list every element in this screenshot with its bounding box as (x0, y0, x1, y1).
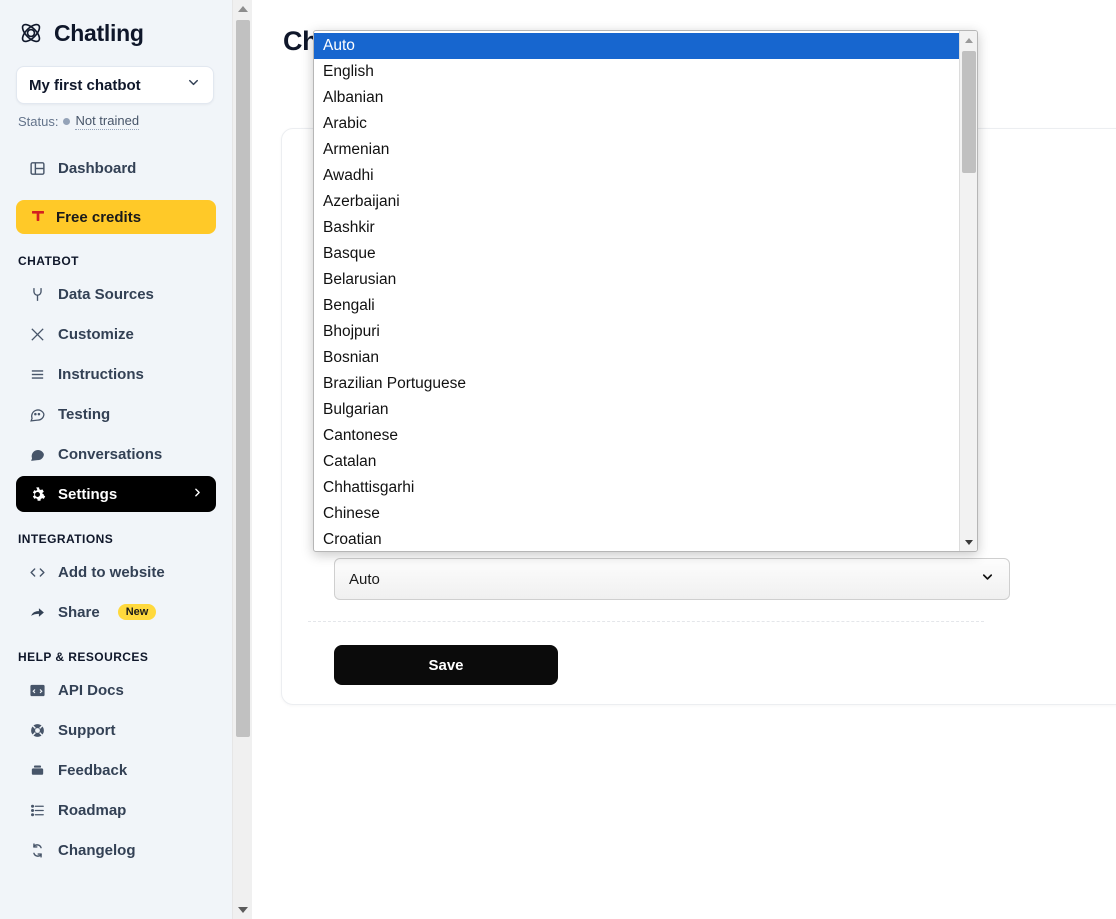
scroll-up-arrow-icon[interactable] (233, 0, 253, 18)
lines-icon (28, 365, 46, 383)
new-badge: New (117, 604, 157, 620)
sidebar-item-label: Dashboard (58, 159, 137, 177)
language-option[interactable]: Bashkir (314, 215, 959, 241)
sidebar-item-label: Settings (58, 485, 118, 503)
language-option[interactable]: Cantonese (314, 423, 959, 449)
lifebuoy-icon (28, 721, 46, 739)
refresh-icon (28, 841, 46, 859)
language-option[interactable]: Croatian (314, 527, 959, 551)
code-icon (28, 563, 46, 581)
language-option[interactable]: Chhattisgarhi (314, 475, 959, 501)
dropdown-scroll-up-icon[interactable] (960, 31, 977, 49)
free-credits-label: Free credits (56, 208, 142, 226)
sidebar-scrollbar-thumb[interactable] (236, 20, 250, 737)
sidebar-item-add-to-website[interactable]: Add to website (16, 554, 216, 590)
language-option[interactable]: Belarusian (314, 267, 959, 293)
language-option[interactable]: Brazilian Portuguese (314, 371, 959, 397)
status-badge[interactable]: Not trained (75, 113, 140, 130)
chat-dots-icon (28, 405, 46, 423)
language-select-value: Auto (349, 570, 380, 588)
dropdown-scrollbar-thumb[interactable] (962, 51, 976, 173)
language-option[interactable]: Chinese (314, 501, 959, 527)
sidebar-item-roadmap[interactable]: Roadmap (16, 792, 216, 828)
scroll-down-arrow-icon[interactable] (233, 901, 253, 919)
sidebar-item-dashboard[interactable]: Dashboard (16, 150, 216, 186)
chevron-right-icon (191, 486, 204, 503)
language-option[interactable]: English (314, 59, 959, 85)
atom-icon (18, 20, 44, 46)
share-icon (28, 603, 46, 621)
sidebar-item-conversations[interactable]: Conversations (16, 436, 216, 472)
sidebar-item-label: Testing (58, 405, 111, 423)
language-option[interactable]: Awadhi (314, 163, 959, 189)
sidebar-item-label: API Docs (58, 681, 124, 699)
section-title-chatbot: CHATBOT (18, 254, 79, 268)
sidebar-item-settings[interactable]: Settings (16, 476, 216, 512)
language-option[interactable]: Albanian (314, 85, 959, 111)
brand[interactable]: Chatling (16, 0, 216, 66)
sidebar-item-feedback[interactable]: Feedback (16, 752, 216, 788)
sidebar-item-label: Customize (58, 325, 134, 343)
language-option[interactable]: Catalan (314, 449, 959, 475)
sidebar-item-label: Changelog (58, 841, 136, 859)
language-dropdown-popup[interactable]: Auto English Albanian Arabic Armenian Awadhi A… (313, 30, 978, 552)
sidebar-item-label: Support (58, 721, 116, 739)
section-title-integrations: INTEGRATIONS (18, 532, 114, 546)
sidebar-scrollbar[interactable] (232, 0, 252, 919)
chatbot-selector[interactable]: My first chatbot (16, 66, 214, 104)
language-option[interactable]: Auto (314, 33, 959, 59)
chevron-down-icon (980, 570, 995, 589)
api-docs-icon (28, 681, 46, 699)
language-option-list[interactable]: Auto English Albanian Arabic Armenian Awadhi A… (314, 31, 959, 551)
language-option[interactable]: Basque (314, 241, 959, 267)
sidebar-item-customize[interactable]: Customize (16, 316, 216, 352)
status-dot (63, 118, 71, 125)
sidebar-item-label: Share (58, 603, 100, 621)
chevron-down-icon (186, 75, 201, 95)
status-label: Status: (18, 114, 59, 129)
gear-icon (28, 485, 46, 503)
brand-name: Chatling (54, 19, 144, 46)
sidebar-item-instructions[interactable]: Instructions (16, 356, 216, 392)
sidebar-item-label: Instructions (58, 365, 144, 383)
language-option[interactable]: Bosnian (314, 345, 959, 371)
sidebar-item-data-sources[interactable]: Data Sources (16, 276, 216, 312)
dropdown-scrollbar[interactable] (959, 31, 977, 551)
language-option[interactable]: Bulgarian (314, 397, 959, 423)
chat-bubble-icon (28, 445, 46, 463)
language-select[interactable]: Auto (334, 558, 1010, 600)
language-option[interactable]: Arabic (314, 111, 959, 137)
language-option[interactable]: Armenian (314, 137, 959, 163)
app-root: Chatling My first chatbot Status: Not tr… (0, 0, 1116, 919)
sidebar-item-support[interactable]: Support (16, 712, 216, 748)
free-credits-button[interactable]: Free credits (16, 200, 216, 234)
language-option[interactable]: Bhojpuri (314, 319, 959, 345)
sidebar-item-label: Roadmap (58, 801, 127, 819)
sidebar-item-api-docs[interactable]: API Docs (16, 672, 216, 708)
gift-icon (30, 207, 46, 227)
inbox-icon (28, 761, 46, 779)
section-title-help: HELP & RESOURCES (18, 650, 149, 664)
roadmap-list-icon (28, 801, 46, 819)
sidebar-item-changelog[interactable]: Changelog (16, 832, 216, 868)
sliders-icon (28, 325, 46, 343)
dashboard-icon (28, 159, 46, 177)
dropdown-scroll-down-icon[interactable] (960, 533, 977, 551)
sidebar-item-label: Data Sources (58, 285, 154, 303)
sidebar: Chatling My first chatbot Status: Not tr… (0, 0, 232, 919)
sidebar-item-label: Conversations (58, 445, 163, 463)
status-row: Status: Not trained (16, 113, 216, 130)
language-option[interactable]: Bengali (314, 293, 959, 319)
sidebar-item-label: Feedback (58, 761, 128, 779)
sidebar-item-label: Add to website (58, 563, 165, 581)
language-option[interactable]: Azerbaijani (314, 189, 959, 215)
chatbot-selector-value: My first chatbot (29, 76, 141, 94)
sidebar-item-share[interactable]: Share New (16, 594, 216, 630)
plug-icon (28, 285, 46, 303)
sidebar-item-testing[interactable]: Testing (16, 396, 216, 432)
save-button[interactable]: Save (334, 645, 558, 685)
card-divider (308, 621, 984, 622)
